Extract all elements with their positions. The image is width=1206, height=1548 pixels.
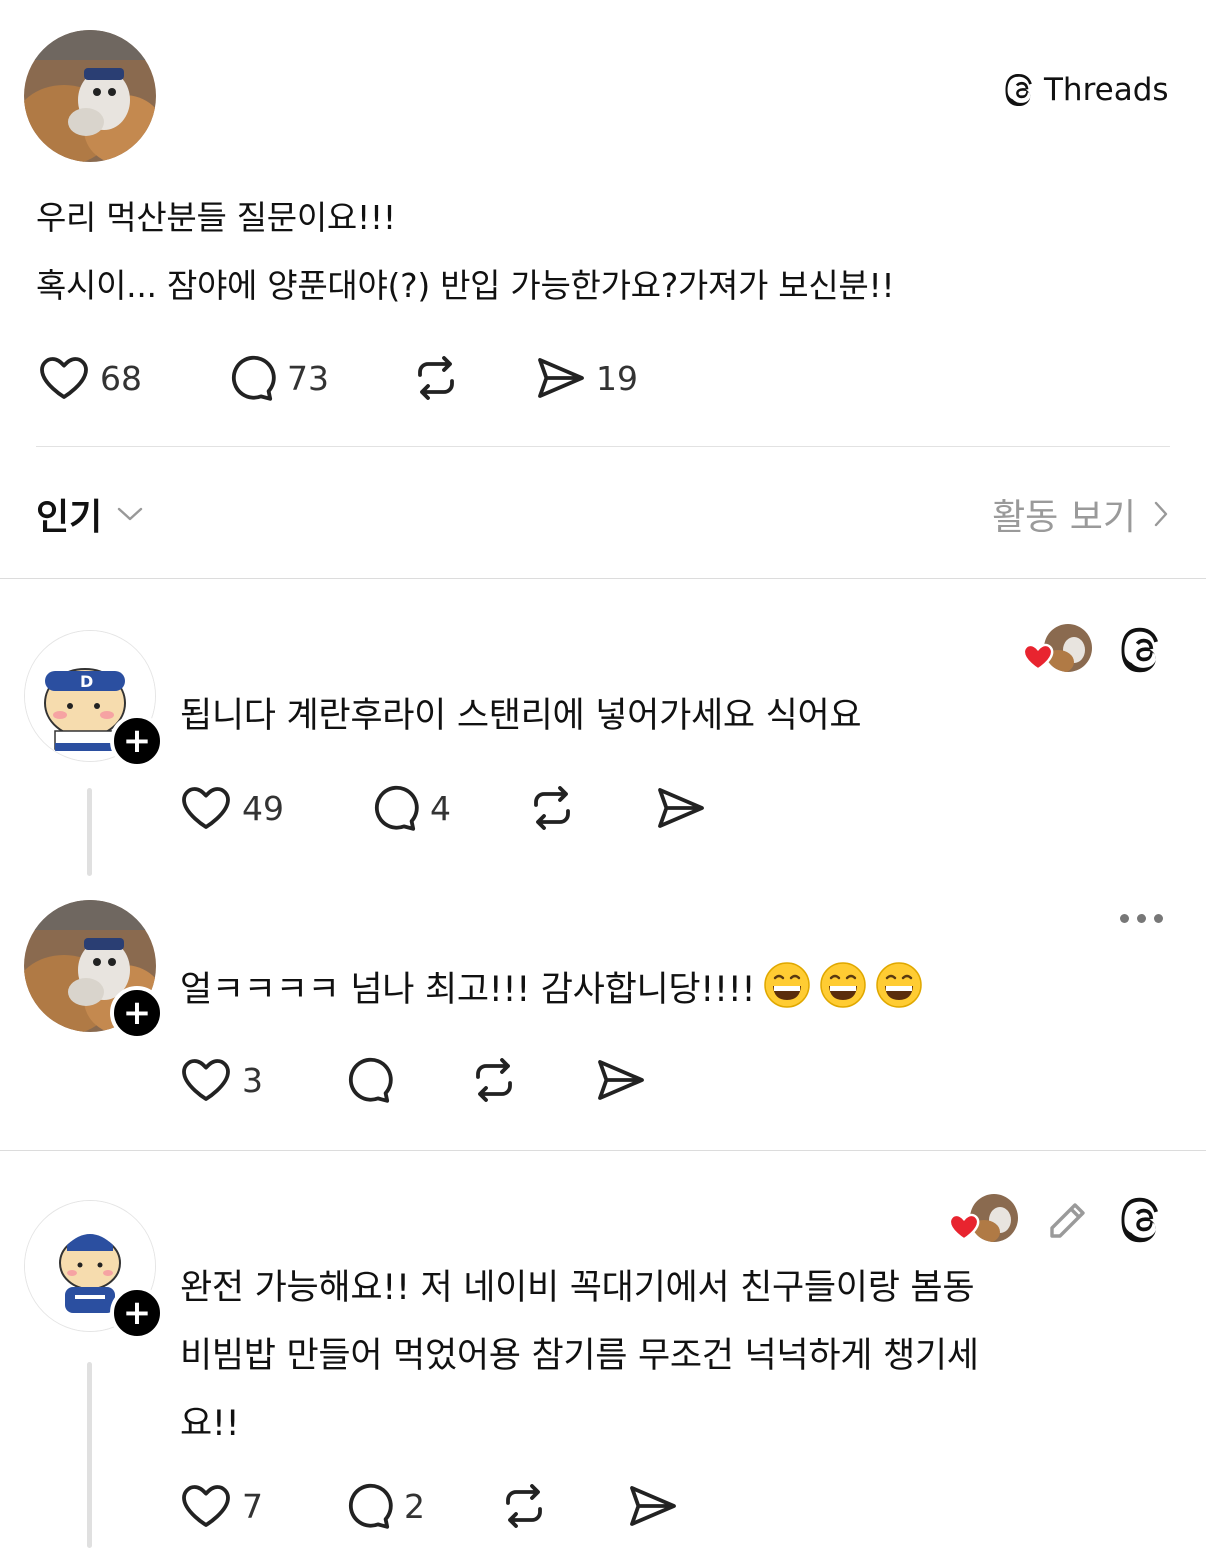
comment-icon bbox=[231, 355, 276, 401]
share-button[interactable] bbox=[654, 784, 706, 832]
comment-count: 73 bbox=[287, 358, 329, 398]
heart-icon bbox=[182, 1059, 230, 1101]
comment-button[interactable]: 73 bbox=[225, 354, 410, 402]
like-button[interactable]: 68 bbox=[38, 354, 225, 402]
follow-button[interactable]: + bbox=[110, 986, 164, 1040]
repost-button[interactable] bbox=[410, 354, 534, 402]
repost-icon bbox=[534, 786, 570, 830]
liked-by-author-indicator bbox=[1022, 622, 1094, 674]
author-avatar[interactable] bbox=[24, 30, 156, 162]
comment-icon bbox=[348, 1483, 393, 1529]
like-button[interactable]: 7 bbox=[180, 1482, 342, 1530]
reply-body: 완전 가능해요!! 저 네이비 꼭대기에서 친구들이랑 봄동 비빔밥 만들어 먹… bbox=[180, 1254, 1180, 1458]
grinning-face-emoji bbox=[820, 962, 866, 1008]
comment-button[interactable]: 4 bbox=[368, 784, 526, 832]
chevron-right-icon bbox=[1154, 501, 1168, 527]
post-line: 혹시이... 잠야에 양푼대야(?) 반입 가능한가요?가져가 보신분!! bbox=[36, 266, 895, 305]
post-actions: 68 73 19 bbox=[38, 352, 638, 404]
post-line: 우리 먹산분들 질문이요!!! bbox=[36, 198, 396, 237]
chevron-down-icon bbox=[118, 507, 143, 521]
like-button[interactable]: 49 bbox=[180, 784, 368, 832]
comment-count: 2 bbox=[404, 1486, 425, 1526]
heart-icon bbox=[40, 357, 88, 399]
follow-button[interactable]: + bbox=[110, 714, 164, 768]
reply-body: 됩니다 계란후라이 스탠리에 넣어가세요 식어요 bbox=[180, 696, 862, 736]
repost-icon bbox=[476, 1058, 512, 1102]
repost-icon bbox=[418, 356, 454, 400]
thread-line bbox=[87, 1362, 92, 1548]
reply-line: 비빔밥 만들어 먹었어용 참기름 무조건 넉넉하게 챙기세 bbox=[180, 1336, 979, 1376]
activity-label: 활동 보기 bbox=[992, 497, 1136, 538]
reply-actions: 3 bbox=[180, 1054, 646, 1106]
threads-logo-icon bbox=[1005, 73, 1032, 107]
threads-brand[interactable]: Threads bbox=[1004, 72, 1169, 108]
svg-text:D: D bbox=[80, 672, 93, 691]
threads-logo-icon[interactable] bbox=[1120, 625, 1166, 675]
comment-button[interactable]: 2 bbox=[342, 1482, 498, 1530]
share-button[interactable] bbox=[594, 1056, 646, 1104]
share-icon bbox=[538, 358, 584, 398]
share-icon bbox=[658, 788, 704, 828]
share-count: 19 bbox=[596, 358, 638, 398]
share-button[interactable]: 19 bbox=[534, 354, 638, 402]
like-count: 68 bbox=[100, 358, 142, 398]
grinning-face-emoji bbox=[876, 962, 922, 1008]
repost-icon bbox=[506, 1484, 542, 1528]
section-divider bbox=[0, 1150, 1206, 1151]
heart-icon bbox=[182, 1485, 230, 1527]
thread-line bbox=[87, 788, 92, 876]
liked-by-author-indicator bbox=[948, 1192, 1020, 1244]
share-icon bbox=[598, 1060, 644, 1100]
edit-icon[interactable] bbox=[1044, 1196, 1092, 1244]
reply-actions: 7 2 bbox=[180, 1480, 678, 1532]
plus-icon: + bbox=[122, 993, 152, 1033]
heart-icon bbox=[1022, 643, 1054, 671]
sort-label: 인기 bbox=[36, 497, 103, 538]
heart-icon bbox=[948, 1213, 980, 1241]
comment-icon bbox=[348, 1057, 393, 1103]
reply-body: 얼ㅋㅋㅋㅋ 넘나 최고!!! 감사합니당!!!! bbox=[180, 956, 1180, 1024]
repost-button[interactable] bbox=[468, 1056, 594, 1104]
share-icon bbox=[630, 1486, 676, 1526]
divider bbox=[36, 446, 1170, 447]
plus-icon: + bbox=[122, 721, 152, 761]
like-count: 3 bbox=[242, 1060, 263, 1100]
repost-button[interactable] bbox=[498, 1482, 626, 1530]
sort-dropdown[interactable]: 인기 bbox=[36, 488, 144, 540]
reply-line: 요!! bbox=[180, 1404, 240, 1444]
like-button[interactable]: 3 bbox=[180, 1056, 342, 1104]
plus-icon: + bbox=[122, 1293, 152, 1333]
reply-actions: 49 4 bbox=[180, 782, 706, 834]
brand-name: Threads bbox=[1044, 72, 1169, 108]
grinning-face-emoji bbox=[764, 962, 810, 1008]
reply-text: 얼ㅋㅋㅋㅋ 넘나 최고!!! 감사합니당!!!! bbox=[180, 970, 756, 1010]
heart-icon bbox=[182, 787, 230, 829]
like-count: 7 bbox=[242, 1486, 263, 1526]
section-divider bbox=[0, 578, 1206, 579]
follow-button[interactable]: + bbox=[110, 1286, 164, 1340]
reply-line: 완전 가능해요!! 저 네이비 꼭대기에서 친구들이랑 봄동 bbox=[180, 1268, 975, 1308]
threads-logo-icon[interactable] bbox=[1120, 1195, 1166, 1245]
view-activity-link[interactable]: 활동 보기 bbox=[992, 488, 1170, 540]
more-icon[interactable] bbox=[1120, 914, 1163, 923]
comment-button[interactable] bbox=[342, 1056, 468, 1104]
repost-button[interactable] bbox=[526, 784, 654, 832]
post-body: 우리 먹산분들 질문이요!!! 혹시이... 잠야에 양푼대야(?) 반입 가능… bbox=[36, 184, 1176, 320]
comment-icon bbox=[374, 785, 419, 831]
share-button[interactable] bbox=[626, 1482, 678, 1530]
like-count: 49 bbox=[242, 788, 284, 828]
comment-count: 4 bbox=[430, 788, 451, 828]
